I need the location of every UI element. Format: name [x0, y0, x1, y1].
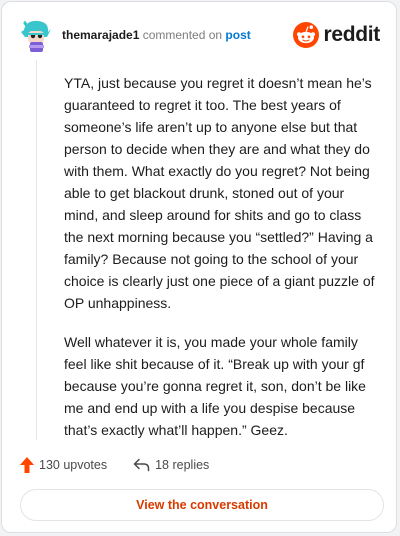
- comment-card: themarajade1 commented on post reddit YT…: [1, 1, 397, 533]
- comment-body: YTA, just because you regret it doesn’t …: [64, 72, 380, 458]
- username-link[interactable]: themarajade1: [62, 28, 139, 42]
- upvote-button[interactable]: 130 upvotes: [20, 457, 107, 473]
- comment-paragraph: YTA, just because you regret it doesn’t …: [64, 75, 375, 311]
- snoo-avatar-icon[interactable]: [18, 17, 54, 53]
- comment-header: themarajade1 commented on post reddit: [18, 16, 380, 54]
- view-conversation-button[interactable]: View the conversation: [20, 489, 384, 521]
- post-link[interactable]: post: [225, 28, 250, 42]
- upvote-arrow-icon: [20, 457, 34, 473]
- replies-button[interactable]: 18 replies: [133, 458, 209, 472]
- upvote-count: 130 upvotes: [39, 458, 108, 472]
- reddit-wordmark: reddit: [323, 23, 380, 46]
- reddit-logo-icon: [293, 22, 320, 48]
- reply-count: 18 replies: [155, 458, 210, 472]
- reddit-brand[interactable]: reddit: [293, 22, 380, 48]
- comment-footer: 130 upvotes 18 replies: [20, 454, 209, 476]
- reply-arrow-icon: [133, 458, 150, 472]
- thread-line: [36, 60, 37, 440]
- comment-attribution: themarajade1 commented on post: [62, 28, 293, 42]
- comment-paragraph: Well whatever it is, you made your whole…: [64, 334, 366, 438]
- action-text: commented on: [139, 28, 226, 42]
